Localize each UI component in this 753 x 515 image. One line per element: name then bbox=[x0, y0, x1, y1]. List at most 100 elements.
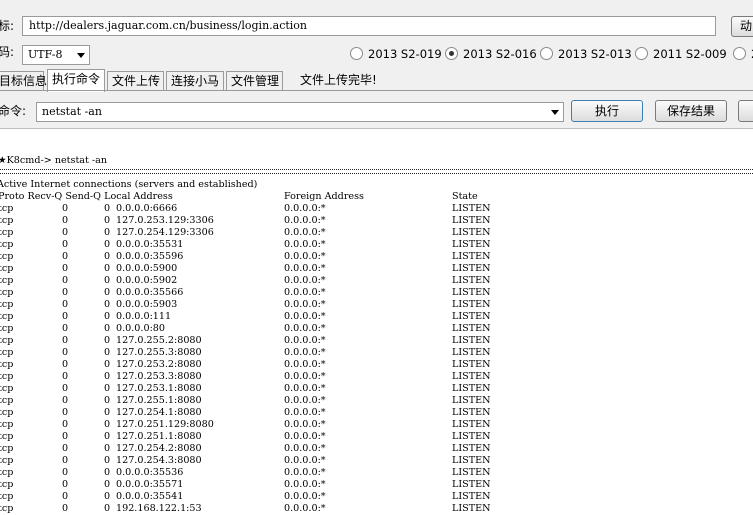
cell-proto: tcp bbox=[0, 503, 14, 514]
radio-unselected-icon bbox=[635, 47, 648, 60]
cell-send: 0 bbox=[104, 407, 111, 418]
cell-send: 0 bbox=[104, 239, 111, 250]
cell-send: 0 bbox=[104, 455, 111, 466]
cell-send: 0 bbox=[104, 371, 111, 382]
cell-recv: 0 bbox=[62, 419, 69, 430]
cell-recv: 0 bbox=[62, 227, 69, 238]
cell-foreign: 0.0.0.0:* bbox=[284, 275, 326, 286]
cell-proto: tcp bbox=[0, 359, 14, 370]
tab-3[interactable]: 连接小马 bbox=[166, 71, 224, 91]
cell-proto: tcp bbox=[0, 467, 14, 478]
cell-proto: tcp bbox=[0, 251, 14, 262]
cell-local: 0.0.0.0:6666 bbox=[116, 203, 178, 214]
cell-local: 127.0.255.1:8080 bbox=[116, 395, 202, 406]
cell-foreign: 0.0.0.0:* bbox=[284, 443, 326, 454]
console-row: tcp 0 0 0.0.0.0:5903 0.0.0.0:* LISTEN bbox=[0, 299, 753, 311]
cell-state: LISTEN bbox=[452, 455, 491, 466]
cell-foreign: 0.0.0.0:* bbox=[284, 347, 326, 358]
cell-state: LISTEN bbox=[452, 203, 491, 214]
cell-state: LISTEN bbox=[452, 239, 491, 250]
console-heading: Active Internet connections (servers and… bbox=[0, 179, 258, 190]
cell-state: LISTEN bbox=[452, 383, 491, 394]
console-row: tcp 0 0 127.0.251.1:8080 0.0.0.0:* LISTEN bbox=[0, 431, 753, 443]
console-row: tcp 0 0 127.0.253.3:8080 0.0.0.0:* LISTEN bbox=[0, 371, 753, 383]
cell-recv: 0 bbox=[62, 443, 69, 454]
cell-recv: 0 bbox=[62, 251, 69, 262]
cell-proto: tcp bbox=[0, 335, 14, 346]
save-results-button[interactable]: 保存结果 bbox=[655, 100, 727, 122]
cell-foreign: 0.0.0.0:* bbox=[284, 479, 326, 490]
encoding-select[interactable]: UTF-8 bbox=[22, 45, 90, 65]
command-value: netstat -an bbox=[42, 105, 102, 118]
cell-state: LISTEN bbox=[452, 371, 491, 382]
cell-send: 0 bbox=[104, 251, 111, 262]
execute-button[interactable]: 执行 bbox=[571, 100, 643, 122]
cell-local: 127.0.253.1:8080 bbox=[116, 383, 202, 394]
radio-exploit-version[interactable]: 2013 S2-019 bbox=[350, 46, 442, 62]
encoding-label: 码: bbox=[0, 45, 15, 59]
command-label: 命令: bbox=[0, 104, 27, 118]
command-input[interactable]: netstat -an bbox=[36, 102, 564, 122]
cell-local: 0.0.0.0:35596 bbox=[116, 251, 184, 262]
tab-2[interactable]: 文件上传 bbox=[107, 71, 164, 91]
cell-send: 0 bbox=[104, 227, 111, 238]
cell-local: 0.0.0.0:35536 bbox=[116, 467, 184, 478]
cell-proto: tcp bbox=[0, 455, 14, 466]
cell-state: LISTEN bbox=[452, 479, 491, 490]
cell-send: 0 bbox=[104, 203, 111, 214]
cell-recv: 0 bbox=[62, 407, 69, 418]
console-row: tcp 0 0 127.0.255.1:8080 0.0.0.0:* LISTEN bbox=[0, 395, 753, 407]
cell-send: 0 bbox=[104, 299, 111, 310]
console-output[interactable]: ★K8cmd-> netstat -an Active Internet con… bbox=[0, 128, 753, 515]
cell-state: LISTEN bbox=[452, 311, 491, 322]
cell-state: LISTEN bbox=[452, 359, 491, 370]
console-row: tcp 0 0 0.0.0.0:80 0.0.0.0:* LISTEN bbox=[0, 323, 753, 335]
cell-foreign: 0.0.0.0:* bbox=[284, 203, 326, 214]
cell-send: 0 bbox=[104, 323, 111, 334]
cell-send: 0 bbox=[104, 431, 111, 442]
cell-recv: 0 bbox=[62, 503, 69, 514]
cell-local: 0.0.0.0:35531 bbox=[116, 239, 184, 250]
cell-proto: tcp bbox=[0, 275, 14, 286]
radio-exploit-version[interactable]: 2011 S2-009 bbox=[635, 46, 727, 62]
cell-send: 0 bbox=[104, 359, 111, 370]
cell-foreign: 0.0.0.0:* bbox=[284, 467, 326, 478]
console-column-header: Proto Recv-Q Send-Q Local Address Foreig… bbox=[0, 191, 753, 203]
cell-foreign: 0.0.0.0:* bbox=[284, 431, 326, 442]
tab-0[interactable]: 目标信息 bbox=[0, 71, 47, 91]
radio-label: 2013 S2-013 bbox=[558, 47, 632, 61]
radio-exploit-version[interactable]: 2013 S2-016 bbox=[445, 46, 537, 62]
cell-recv: 0 bbox=[62, 491, 69, 502]
tab-1[interactable]: 执行命令 bbox=[47, 69, 105, 92]
radio-exploit-version[interactable]: 2013 S2-013 bbox=[540, 46, 632, 62]
console-row: tcp 0 0 127.0.254.1:8080 0.0.0.0:* LISTEN bbox=[0, 407, 753, 419]
radio-exploit-version[interactable]: 2 bbox=[733, 46, 753, 62]
column-header-state: State bbox=[452, 191, 478, 202]
cell-recv: 0 bbox=[62, 287, 69, 298]
cell-recv: 0 bbox=[62, 323, 69, 334]
radio-label: 2011 S2-009 bbox=[653, 47, 727, 61]
cell-foreign: 0.0.0.0:* bbox=[284, 491, 326, 502]
console-row: tcp 0 0 127.0.255.2:8080 0.0.0.0:* LISTEN bbox=[0, 335, 753, 347]
encoding-value: UTF-8 bbox=[28, 48, 63, 61]
cell-proto: tcp bbox=[0, 287, 14, 298]
cell-local: 127.0.253.2:8080 bbox=[116, 359, 202, 370]
tab-4[interactable]: 文件管理 bbox=[226, 71, 283, 91]
cell-local: 0.0.0.0:111 bbox=[116, 311, 172, 322]
cell-local: 127.0.255.2:8080 bbox=[116, 335, 202, 346]
cell-send: 0 bbox=[104, 311, 111, 322]
radio-unselected-icon bbox=[540, 47, 553, 60]
cell-proto: tcp bbox=[0, 479, 14, 490]
url-input[interactable]: http://dealers.jaguar.com.cn/business/lo… bbox=[22, 16, 716, 36]
chevron-down-icon bbox=[551, 110, 559, 115]
cell-state: LISTEN bbox=[452, 407, 491, 418]
cell-state: LISTEN bbox=[452, 323, 491, 334]
cell-foreign: 0.0.0.0:* bbox=[284, 311, 326, 322]
cell-send: 0 bbox=[104, 479, 111, 490]
start-button[interactable]: 动 bbox=[731, 16, 753, 37]
clear-button[interactable] bbox=[738, 100, 753, 122]
cell-proto: tcp bbox=[0, 383, 14, 394]
console-row: tcp 0 0 127.0.254.129:3306 0.0.0.0:* LISTEN bbox=[0, 227, 753, 239]
cell-foreign: 0.0.0.0:* bbox=[284, 251, 326, 262]
cell-proto: tcp bbox=[0, 227, 14, 238]
